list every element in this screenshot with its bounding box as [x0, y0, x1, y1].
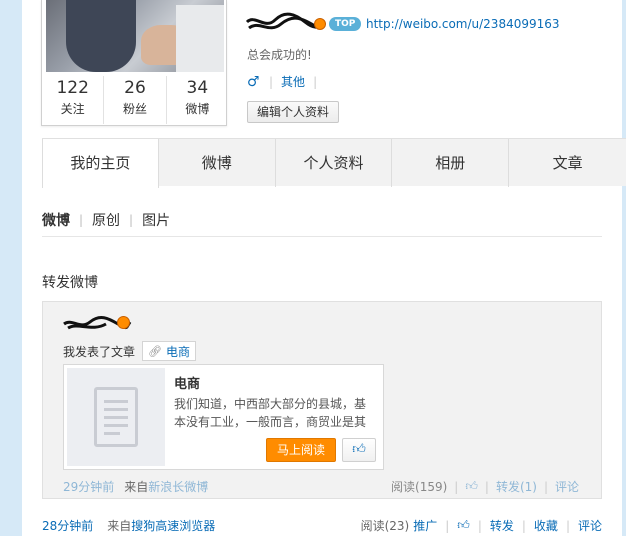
article-like-button[interactable]: 👍︎ — [342, 438, 376, 462]
link-icon: 🔗︎ — [148, 344, 162, 358]
original-post-meta: 29分钟前 来自 新浪长微博 — [63, 478, 208, 495]
stat-number[interactable]: 122 — [42, 76, 103, 100]
profile-url-link[interactable]: http://weibo.com/u/2384099163 — [366, 17, 560, 31]
divider: | — [454, 479, 459, 494]
post-time[interactable]: 28分钟前 — [42, 517, 93, 534]
avatar[interactable] — [46, 0, 224, 72]
stat-following[interactable]: 122 关注 — [42, 76, 105, 124]
divider: | — [79, 213, 84, 227]
stat-label[interactable]: 微博 — [167, 100, 228, 118]
thumbs-up-icon[interactable]: 👍︎ — [457, 518, 470, 533]
comment-link[interactable]: 评论 — [578, 517, 602, 534]
stat-posts[interactable]: 34 微博 — [167, 76, 228, 124]
document-icon — [94, 387, 138, 447]
source-prefix: 来自 — [124, 480, 149, 494]
stat-followers[interactable]: 26 粉丝 — [104, 76, 167, 124]
top-badge[interactable]: TOP — [329, 17, 362, 31]
repost-heading: 转发微博 — [42, 275, 98, 291]
article-tag[interactable]: 🔗︎ 电商 — [142, 341, 196, 361]
divider: | — [477, 518, 482, 533]
filter-original[interactable]: 原创 — [92, 210, 120, 230]
vip-icon[interactable] — [117, 316, 130, 329]
comment-link[interactable]: 评论 — [555, 478, 579, 495]
profile-tabs: 我的主页 微博 个人资料 相册 文章 — [42, 138, 626, 188]
stat-label[interactable]: 粉丝 — [104, 100, 165, 118]
post-actions: 阅读(23) 推广 | 👍︎ | 转发 | 收藏 | 评论 — [361, 517, 602, 534]
collect-link[interactable]: 收藏 — [534, 517, 558, 534]
stat-label[interactable]: 关注 — [42, 100, 103, 118]
tab-album[interactable]: 相册 — [392, 139, 510, 187]
article-tag-label[interactable]: 电商 — [166, 343, 190, 360]
article-card[interactable]: 电商 我们知道，中西部大部分的县城，基本没有工业，一般而言，商贸业是其 马上阅读… — [63, 364, 384, 470]
divider: | — [445, 518, 450, 533]
user-signature: 总会成功的! — [247, 48, 312, 62]
gender-row: ♂ | 其他 | — [247, 73, 325, 90]
original-post-text: 我发表了文章 🔗︎ 电商 — [63, 341, 196, 361]
read-now-button[interactable]: 马上阅读 — [266, 438, 336, 462]
avatar-shape-3 — [176, 5, 224, 72]
avatar-shape-1 — [66, 0, 136, 72]
article-thumbnail[interactable] — [67, 368, 165, 466]
page-background-left — [0, 0, 22, 536]
repost-link[interactable]: 转发 — [490, 517, 514, 534]
male-icon: ♂ — [247, 73, 260, 90]
divider: | — [543, 479, 548, 494]
redacted-username — [245, 12, 325, 30]
edit-profile-button[interactable]: 编辑个人资料 — [247, 101, 340, 123]
tab-profile[interactable]: 个人资料 — [276, 139, 393, 187]
article-summary: 我们知道，中西部大部分的县城，基本没有工业，一般而言，商贸业是其 — [174, 397, 367, 429]
filter-images[interactable]: 图片 — [142, 210, 170, 230]
feed-filter: 微博 | 原创 | 图片 — [42, 210, 170, 230]
article-title[interactable]: 电商 — [174, 373, 200, 392]
thumbs-up-icon: 👍︎ — [352, 442, 366, 457]
original-post-actions: 阅读(159) | 👍︎ | 转发(1) | 评论 — [391, 478, 579, 495]
tab-articles[interactable]: 文章 — [509, 139, 626, 187]
reposted-content: 我发表了文章 🔗︎ 电商 电商 我们知道，中西部大部分的县城，基本没有工业，一般… — [42, 301, 602, 499]
divider: | — [269, 74, 274, 89]
post-source-link[interactable]: 搜狗高速浏览器 — [131, 517, 215, 534]
repost-link[interactable]: 转发(1) — [496, 478, 537, 495]
promote-link[interactable]: 推广 — [413, 517, 437, 534]
user-badges: TOP — [314, 17, 362, 31]
divider: | — [484, 479, 489, 494]
read-count: 阅读(23) — [360, 519, 410, 533]
profile-card: 122 关注 26 粉丝 34 微博 — [41, 0, 227, 126]
divider-line — [42, 236, 602, 237]
divider: | — [521, 518, 526, 533]
stat-number[interactable]: 26 — [104, 76, 165, 100]
tab-home[interactable]: 我的主页 — [42, 139, 159, 188]
divider: | — [565, 518, 570, 533]
divider: | — [129, 213, 134, 227]
post-meta: 28分钟前 来自 搜狗高速浏览器 — [42, 517, 215, 534]
read-count: 阅读(159) — [391, 480, 448, 494]
post-text: 我发表了文章 — [63, 344, 136, 359]
filter-weibo[interactable]: 微博 — [42, 210, 70, 230]
post-time[interactable]: 29分钟前 — [63, 478, 114, 495]
post-source-link[interactable]: 新浪长微博 — [148, 478, 208, 495]
divider: | — [313, 74, 318, 89]
other-info-link[interactable]: 其他 — [281, 73, 305, 90]
vip-icon[interactable] — [314, 18, 326, 30]
page-background-right — [622, 0, 626, 536]
profile-stats: 122 关注 26 粉丝 34 微博 — [42, 76, 228, 124]
tab-weibo[interactable]: 微博 — [159, 139, 276, 187]
thumbs-up-icon[interactable]: 👍︎ — [465, 479, 478, 494]
stat-number[interactable]: 34 — [167, 76, 228, 100]
source-prefix: 来自 — [107, 519, 132, 533]
